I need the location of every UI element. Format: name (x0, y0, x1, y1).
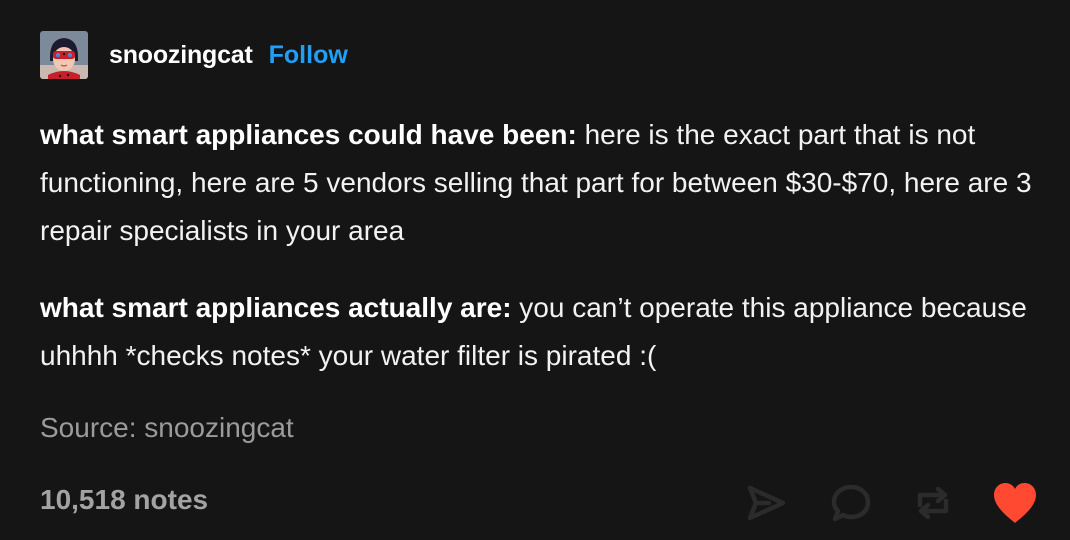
avatar[interactable] (40, 31, 88, 79)
post-header: snoozingcat Follow (40, 30, 348, 80)
avatar-image (40, 31, 88, 79)
post-body: what smart appliances could have been: h… (40, 111, 1040, 380)
paragraph-bold-lead: what smart appliances actually are: (40, 292, 512, 323)
reblog-icon (917, 486, 949, 520)
follow-button[interactable]: Follow (269, 41, 348, 70)
paragraph-actually-are: what smart appliances actually are: you … (40, 284, 1040, 380)
post-actions (0, 478, 1070, 528)
share-button[interactable] (741, 478, 791, 528)
heart-icon (994, 483, 1036, 523)
post-card: snoozingcat Follow what smart appliances… (0, 0, 1070, 540)
reply-icon (831, 484, 871, 522)
paragraph-could-have-been: what smart appliances could have been: h… (40, 111, 1040, 255)
username[interactable]: snoozingcat (109, 41, 253, 70)
like-button[interactable] (990, 478, 1040, 528)
reblog-button[interactable] (908, 478, 958, 528)
share-icon (747, 485, 786, 521)
paragraph-bold-lead: what smart appliances could have been: (40, 119, 577, 150)
source-link[interactable]: Source: snoozingcat (40, 412, 294, 444)
reply-button[interactable] (826, 478, 876, 528)
